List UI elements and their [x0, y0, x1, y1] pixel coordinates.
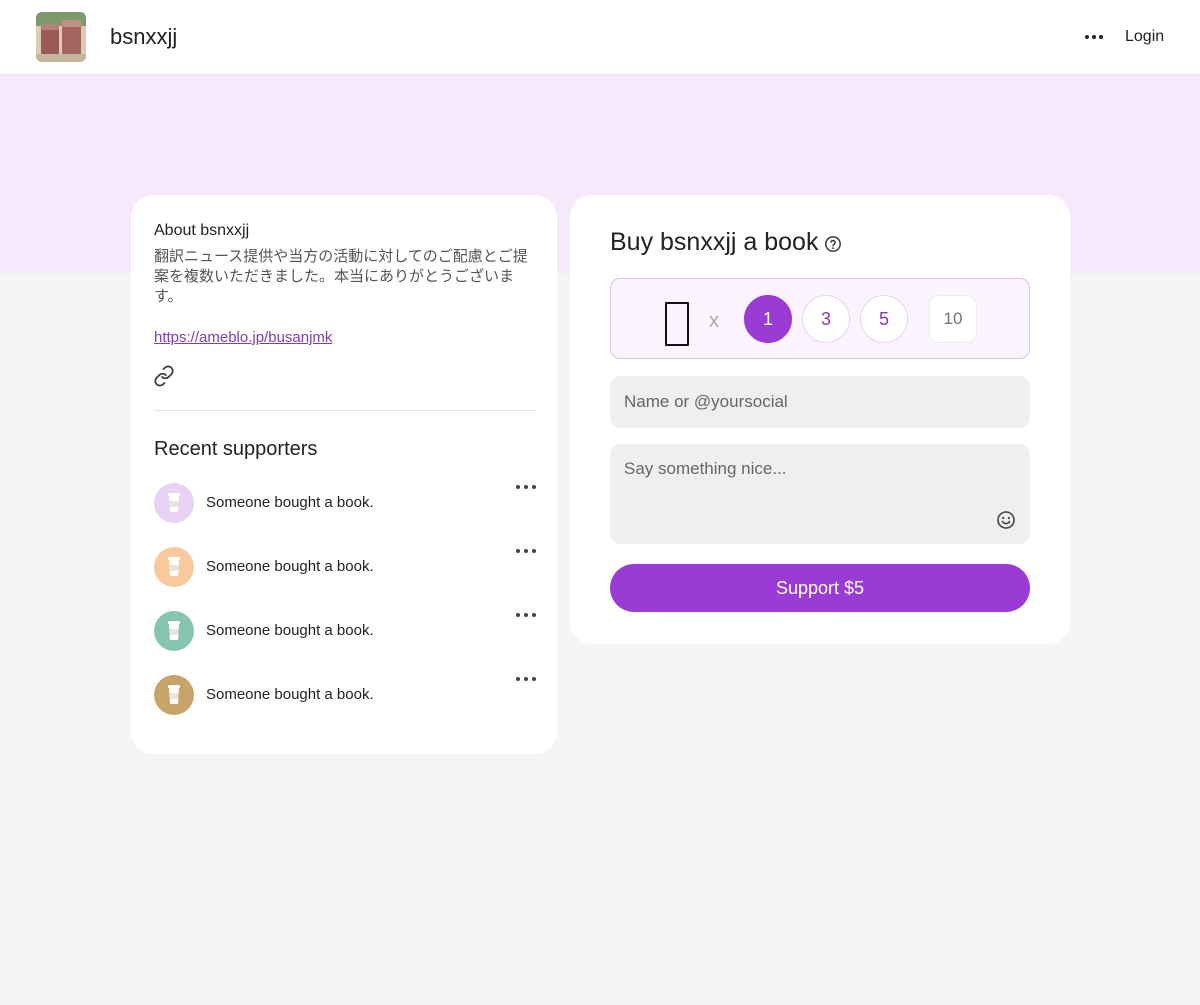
login-link[interactable]: Login: [1125, 28, 1164, 46]
quantity-option-1[interactable]: 1: [744, 295, 792, 343]
help-icon[interactable]: [824, 235, 842, 253]
supporter-text: Someone bought a book.: [206, 622, 374, 639]
supporter-text: Someone bought a book.: [206, 558, 374, 575]
supporter-text: Someone bought a book.: [206, 494, 374, 511]
supporter-text: Someone bought a book.: [206, 686, 374, 703]
supporter-item: Someone bought a book.: [154, 547, 536, 587]
name-input[interactable]: [610, 376, 1030, 428]
about-description: 翻訳ニュース提供や当方の活動に対してのご配慮とご提案を複数いただきました。本当に…: [154, 248, 528, 305]
quantity-option-5[interactable]: 5: [860, 295, 908, 343]
support-button[interactable]: Support $5: [610, 564, 1030, 612]
emoji-icon[interactable]: [996, 510, 1016, 530]
coffee-cup-avatar-icon: [154, 611, 194, 651]
site-logo[interactable]: [36, 12, 86, 62]
coffee-cup-avatar-icon: [154, 547, 194, 587]
buy-title: Buy bsnxxjj a book: [610, 228, 819, 256]
custom-quantity-input[interactable]: [929, 295, 977, 343]
times-label: x: [709, 310, 719, 332]
top-header: bsnxxjj Login: [0, 0, 1200, 75]
divider: [154, 410, 535, 411]
about-card: About bsnxxjj 翻訳ニュース提供や当方の活動に対してのご配慮とご提案…: [131, 195, 557, 754]
supporter-more-icon[interactable]: [516, 607, 536, 623]
link-icon[interactable]: [153, 365, 175, 387]
site-name[interactable]: bsnxxjj: [110, 24, 177, 50]
quantity-option-3[interactable]: 3: [802, 295, 850, 343]
more-options-icon[interactable]: [1082, 26, 1106, 48]
message-input[interactable]: [610, 444, 1030, 544]
about-title: About bsnxxjj: [154, 222, 250, 239]
coffee-cup-avatar-icon: [154, 483, 194, 523]
supporter-item: Someone bought a book.: [154, 483, 536, 523]
recent-supporters-title: Recent supporters: [154, 438, 318, 460]
coffee-cup-avatar-icon: [154, 675, 194, 715]
about-website-link[interactable]: https://ameblo.jp/busanjmk: [154, 329, 332, 346]
quantity-selector: x 1 3 5: [610, 278, 1030, 359]
book-icon: [665, 302, 689, 346]
supporter-more-icon[interactable]: [516, 671, 536, 687]
supporter-item: Someone bought a book.: [154, 675, 536, 715]
supporter-item: Someone bought a book.: [154, 611, 536, 651]
buy-card: Buy bsnxxjj a book x 1 3 5 Support $5: [570, 195, 1070, 644]
supporter-more-icon[interactable]: [516, 479, 536, 495]
supporter-more-icon[interactable]: [516, 543, 536, 559]
